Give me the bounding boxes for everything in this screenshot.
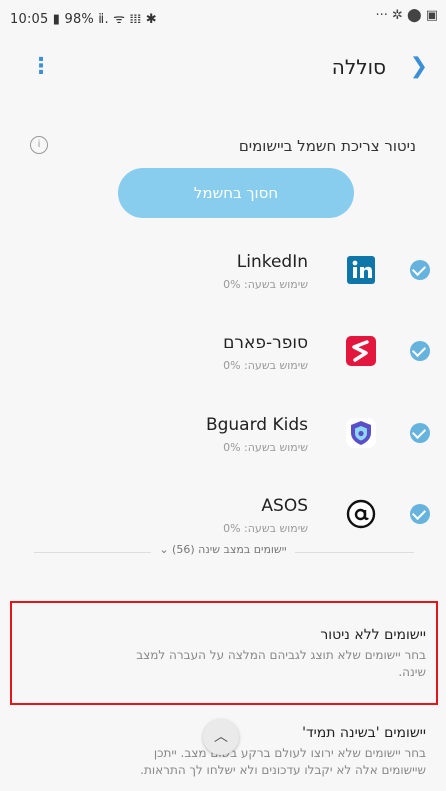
info-icon[interactable]: i — [30, 136, 48, 154]
bguard-shield-icon — [346, 418, 376, 448]
always-sleeping-title[interactable]: יישומים 'בשינה תמיד' — [302, 725, 426, 741]
linkedin-icon — [347, 256, 375, 284]
app-name: סופר-פארם — [223, 333, 308, 353]
checkbox[interactable] — [410, 260, 430, 280]
app-name: ASOS — [261, 496, 308, 516]
superpharm-icon — [346, 336, 376, 366]
scroll-to-top-button[interactable]: ︿ — [203, 719, 239, 755]
status-left: 10:05 ▮ 98% ⅱ. ᯤ 𝍖 ✱ — [10, 12, 157, 27]
app-row-superpharm[interactable]: סופר-פארם שימוש בשעה: 0% — [0, 327, 446, 407]
status-bar: 10:05 ▮ 98% ⅱ. ᯤ 𝍖 ✱ ··· ✲ ⬤ ▣ — [0, 0, 446, 36]
checkbox[interactable] — [410, 341, 430, 361]
app-usage: שימוש בשעה: 0% — [223, 278, 308, 291]
app-name: Bguard Kids — [205, 415, 308, 435]
app-name: LinkedIn — [236, 252, 308, 272]
app-row-linkedin[interactable]: LinkedIn שימוש בשעה: 0% — [0, 246, 446, 326]
always-sleeping-desc: בחר יישומים שלא ירוצו לעולם ברקע בשום מצ… — [140, 746, 426, 777]
more-options-icon[interactable]: ⋮ — [30, 54, 52, 79]
sleeping-apps-expander[interactable]: יישומים במצב שינה (56) ⌄ — [0, 543, 446, 556]
app-row-asos[interactable]: ASOS שימוש בשעה: 0% — [0, 490, 446, 570]
unmonitored-apps-desc: בחר יישומים שלא תוצג לגביהם המלצה על העב… — [136, 648, 426, 679]
app-usage: שימוש בשעה: 0% — [223, 441, 308, 454]
asos-icon — [346, 499, 376, 529]
sleeping-apps-label: יישומים במצב שינה (56) ⌄ — [151, 543, 295, 556]
back-chevron-icon[interactable]: ❯ — [410, 54, 428, 79]
app-row-bguard[interactable]: Bguard Kids שימוש בשעה: 0% — [0, 409, 446, 489]
status-right: ··· ✲ ⬤ ▣ — [375, 8, 438, 23]
checkbox[interactable] — [410, 504, 430, 524]
page-title: סוללה — [331, 55, 386, 79]
checkbox[interactable] — [410, 423, 430, 443]
app-usage: שימוש בשעה: 0% — [223, 522, 308, 535]
save-power-button[interactable]: חסוך בחשמל — [118, 168, 354, 218]
monitor-subtitle: ניטור צריכת חשמל ביישומים — [238, 137, 416, 155]
unmonitored-apps-title[interactable]: יישומים ללא ניטור — [320, 627, 426, 643]
app-usage: שימוש בשעה: 0% — [223, 359, 308, 372]
app-header: ❯ סוללה ⋮ — [0, 36, 446, 106]
